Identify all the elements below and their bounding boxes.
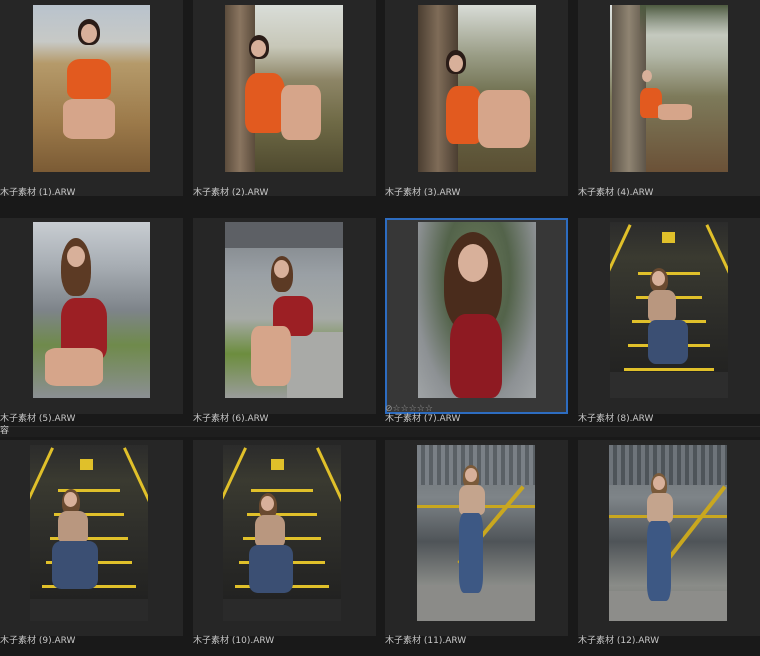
group-header[interactable]: 容 [0, 426, 760, 437]
file-caption: 木子素材 (3).ARW [385, 188, 461, 198]
thumbnail-5[interactable] [33, 222, 150, 398]
thumbnail-1[interactable] [33, 5, 150, 172]
file-caption: 木子素材 (9).ARW [0, 636, 76, 646]
file-caption: 木子素材 (7).ARW [385, 414, 461, 424]
thumbnail-12[interactable] [609, 445, 727, 621]
thumbnail-7[interactable] [418, 222, 536, 398]
file-caption: 木子素材 (5).ARW [0, 414, 76, 424]
file-caption: 木子素材 (4).ARW [578, 188, 654, 198]
file-caption: 木子素材 (1).ARW [0, 188, 76, 198]
group-label: 容 [0, 426, 10, 436]
thumbnail-10[interactable] [223, 445, 341, 621]
warning-sign-icon [80, 459, 93, 470]
file-caption: 木子素材 (12).ARW [578, 636, 660, 646]
thumbnail-4[interactable] [610, 5, 728, 172]
grid-cell-9[interactable]: 木子素材 (9).ARW [0, 440, 183, 646]
file-caption: 木子素材 (2).ARW [193, 188, 269, 198]
file-caption: 木子素材 (11).ARW [385, 636, 467, 646]
grid-cell-12[interactable]: 木子素材 (12).ARW [578, 440, 760, 646]
file-caption: 木子素材 (8).ARW [578, 414, 654, 424]
thumbnail-8[interactable] [610, 222, 728, 398]
thumbnail-6[interactable] [225, 222, 343, 398]
grid-cell-10[interactable]: 木子素材 (10).ARW [193, 440, 376, 646]
warning-sign-icon [271, 459, 284, 470]
grid-cell-2[interactable]: 木子素材 (2).ARW [193, 0, 376, 198]
thumbnail-2[interactable] [225, 5, 343, 172]
grid-cell-4[interactable]: 木子素材 (4).ARW [578, 0, 760, 198]
grid-cell-5[interactable]: 木子素材 (5).ARW [0, 218, 183, 424]
warning-sign-icon [662, 232, 675, 243]
grid-cell-3[interactable]: 木子素材 (3).ARW [385, 0, 568, 198]
thumbnail-3[interactable] [418, 5, 536, 172]
grid-cell-1[interactable]: 木子素材 (1).ARW [0, 0, 183, 198]
grid-cell-11[interactable]: 木子素材 (11).ARW [385, 440, 568, 646]
grid-cell-7[interactable]: ⊘☆☆☆☆☆ 木子素材 (7).ARW [385, 218, 568, 424]
grid-cell-6[interactable]: 木子素材 (6).ARW [193, 218, 376, 424]
thumbnail-9[interactable] [30, 445, 148, 621]
thumbnail-11[interactable] [417, 445, 535, 621]
file-caption: 木子素材 (6).ARW [193, 414, 269, 424]
grid-cell-8[interactable]: 木子素材 (8).ARW [578, 218, 760, 424]
file-caption: 木子素材 (10).ARW [193, 636, 275, 646]
